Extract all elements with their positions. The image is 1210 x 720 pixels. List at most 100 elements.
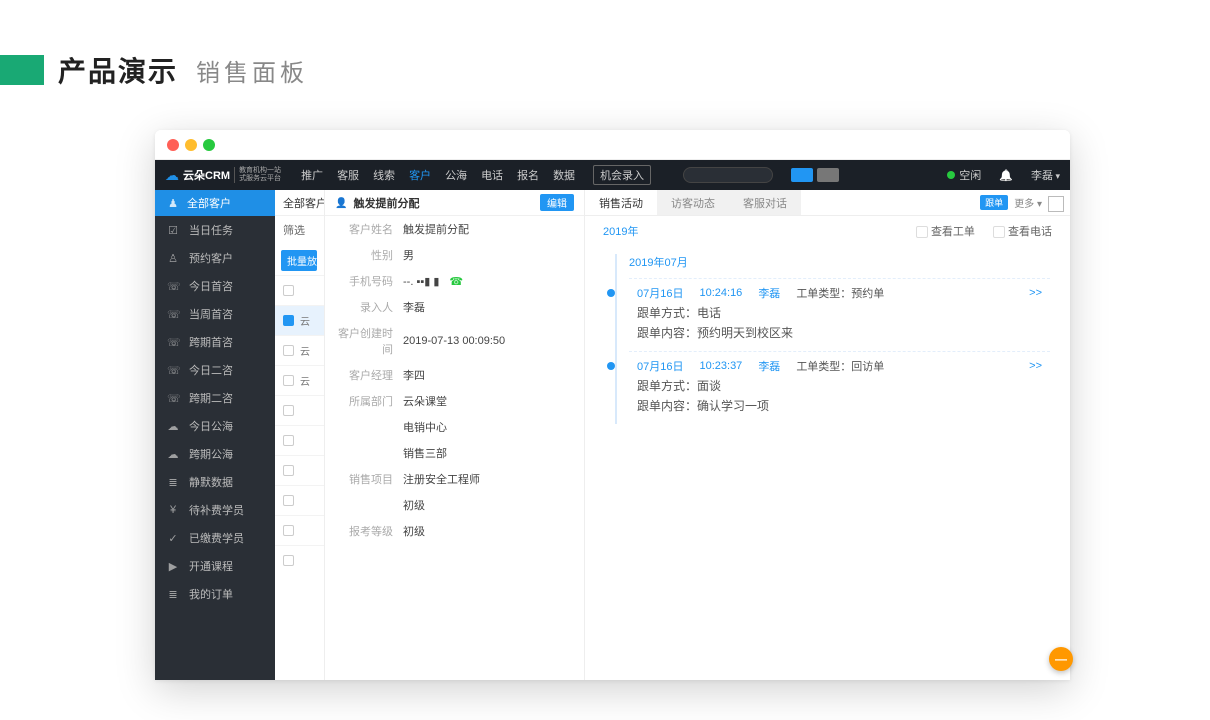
row-checkbox[interactable] xyxy=(283,405,294,416)
minimize-icon[interactable] xyxy=(185,139,197,151)
sidebar-item-7[interactable]: ☁今日公海 xyxy=(155,412,275,440)
table-row[interactable] xyxy=(275,275,324,305)
row-checkbox[interactable] xyxy=(283,495,294,506)
sidebar-item-label: 跨期首咨 xyxy=(189,334,233,350)
call-hangup-icon[interactable] xyxy=(817,168,839,182)
row-checkbox[interactable] xyxy=(283,525,294,536)
timeline-expand[interactable]: >> xyxy=(1029,360,1042,372)
bulk-release-button[interactable]: 批量放 xyxy=(281,250,317,271)
detail-title: 触发提前分配 xyxy=(353,195,419,211)
more-link[interactable]: 更多 ▾ xyxy=(1014,195,1042,210)
activity-tab-2[interactable]: 客服对话 xyxy=(729,190,801,215)
field-label: 客户创建时间 xyxy=(335,325,403,357)
sidebar-item-13[interactable]: ≣我的订单 xyxy=(155,580,275,608)
row-checkbox[interactable] xyxy=(283,345,294,356)
detail-field: 客户姓名触发提前分配 xyxy=(325,216,584,242)
nav-link-0[interactable]: 推广 xyxy=(301,167,323,183)
table-row[interactable] xyxy=(275,425,324,455)
user-name: 李磊 xyxy=(1031,170,1053,182)
row-checkbox[interactable] xyxy=(283,375,294,386)
view-call-label: 查看电话 xyxy=(1008,226,1052,238)
sidebar-item-label: 已缴费学员 xyxy=(189,530,244,546)
sidebar-item-icon: ¥ xyxy=(167,504,179,516)
sidebar-item-icon: ☏ xyxy=(167,364,179,377)
sidebar-item-label: 开通课程 xyxy=(189,558,233,574)
table-row[interactable]: 云 xyxy=(275,365,324,395)
timeline-expand[interactable]: >> xyxy=(1029,287,1042,299)
table-row[interactable] xyxy=(275,455,324,485)
table-row[interactable] xyxy=(275,515,324,545)
sidebar-item-0[interactable]: ☑ 当日任务 xyxy=(155,216,275,244)
field-label: 性别 xyxy=(335,247,403,263)
field-value: 云朵课堂 xyxy=(403,393,447,409)
field-value: 李磊 xyxy=(403,299,425,315)
sidebar-item-label: 跨期公海 xyxy=(189,446,233,462)
nav-link-1[interactable]: 客服 xyxy=(337,167,359,183)
view-call-checkbox[interactable]: 查看电话 xyxy=(993,223,1052,239)
chance-entry-button[interactable]: 机会录入 xyxy=(593,165,651,185)
bell-icon[interactable] xyxy=(999,169,1013,182)
row-checkbox[interactable] xyxy=(283,465,294,476)
call-accept-icon[interactable] xyxy=(791,168,813,182)
sidebar-item-10[interactable]: ¥待补费学员 xyxy=(155,496,275,524)
table-row[interactable]: 云 xyxy=(275,305,324,335)
table-row[interactable]: 云 xyxy=(275,335,324,365)
float-action-button[interactable]: — xyxy=(1049,647,1073,671)
sidebar-item-icon: ♙ xyxy=(167,252,179,265)
page-title: 产品演示 xyxy=(58,50,178,90)
sidebar-item-12[interactable]: ▶ 开通课程 xyxy=(155,552,275,580)
nav-link-7[interactable]: 数据 xyxy=(553,167,575,183)
activity-tab-0[interactable]: 销售活动 xyxy=(585,190,657,215)
row-checkbox[interactable] xyxy=(283,315,294,326)
nav-link-4[interactable]: 公海 xyxy=(445,167,467,183)
nav-link-2[interactable]: 线索 xyxy=(373,167,395,183)
sidebar-item-2[interactable]: ☏今日首咨 xyxy=(155,272,275,300)
detail-field: 客户创建时间2019-07-13 00:09:50 xyxy=(325,320,584,362)
sidebar-item-label: 当日任务 xyxy=(189,222,233,238)
sidebar-item-6[interactable]: ☏跨期二咨 xyxy=(155,384,275,412)
user-menu[interactable]: 李磊 xyxy=(1031,167,1060,183)
sidebar-item-icon: ✓ xyxy=(167,532,179,545)
nav-link-6[interactable]: 报名 xyxy=(517,167,539,183)
detail-field: 销售三部 xyxy=(325,440,584,466)
sidebar-item-1[interactable]: ♙预约客户 xyxy=(155,244,275,272)
table-row[interactable] xyxy=(275,395,324,425)
activity-tab-1[interactable]: 访客动态 xyxy=(657,190,729,215)
detail-field: 客户经理李四 xyxy=(325,362,584,388)
nav-link-5[interactable]: 电话 xyxy=(481,167,503,183)
sidebar-item-label: 今日首咨 xyxy=(189,278,233,294)
sidebar-item-label: 今日二咨 xyxy=(189,362,233,378)
close-icon[interactable] xyxy=(167,139,179,151)
table-row[interactable] xyxy=(275,545,324,575)
row-checkbox[interactable] xyxy=(283,435,294,446)
sidebar-item-icon: ☑ xyxy=(167,224,179,237)
table-row[interactable] xyxy=(275,485,324,515)
sidebar-item-4[interactable]: ☏跨期首咨 xyxy=(155,328,275,356)
sidebar-item-11[interactable]: ✓ 已缴费学员 xyxy=(155,524,275,552)
status-indicator[interactable]: 空闲 xyxy=(947,167,981,183)
page-subtitle: 销售面板 xyxy=(196,53,308,88)
row-checkbox[interactable] xyxy=(283,555,294,566)
timeline-month: 2019年07月 xyxy=(611,250,1050,278)
detail-field: 报考等级初级 xyxy=(325,518,584,544)
layout-icon[interactable] xyxy=(1048,196,1062,210)
phone-icon[interactable] xyxy=(449,275,463,288)
sidebar-item-label: 今日公海 xyxy=(189,418,233,434)
field-value: 销售三部 xyxy=(403,445,447,461)
sidebar-item-icon: ▶ xyxy=(167,560,179,573)
sidebar-item-9[interactable]: ≣静默数据 xyxy=(155,468,275,496)
follow-badge[interactable]: 跟单 xyxy=(980,195,1008,210)
view-ticket-checkbox[interactable]: 查看工单 xyxy=(916,223,975,239)
edit-button[interactable]: 编辑 xyxy=(540,194,574,211)
sidebar-header[interactable]: ♟ 全部客户 xyxy=(155,190,275,216)
row-checkbox[interactable] xyxy=(283,285,294,296)
sidebar-item-8[interactable]: ☁跨期公海 xyxy=(155,440,275,468)
sidebar-item-3[interactable]: ☏当周首咨 xyxy=(155,300,275,328)
detail-header: 触发提前分配 编辑 xyxy=(325,190,584,216)
field-label: 录入人 xyxy=(335,299,403,315)
maximize-icon[interactable] xyxy=(203,139,215,151)
search-input[interactable] xyxy=(683,167,773,183)
sidebar-item-5[interactable]: ☏ 今日二咨 xyxy=(155,356,275,384)
nav-link-3[interactable]: 客户 xyxy=(409,167,431,183)
timeline-type: 工单类型：回访单 xyxy=(796,358,884,374)
